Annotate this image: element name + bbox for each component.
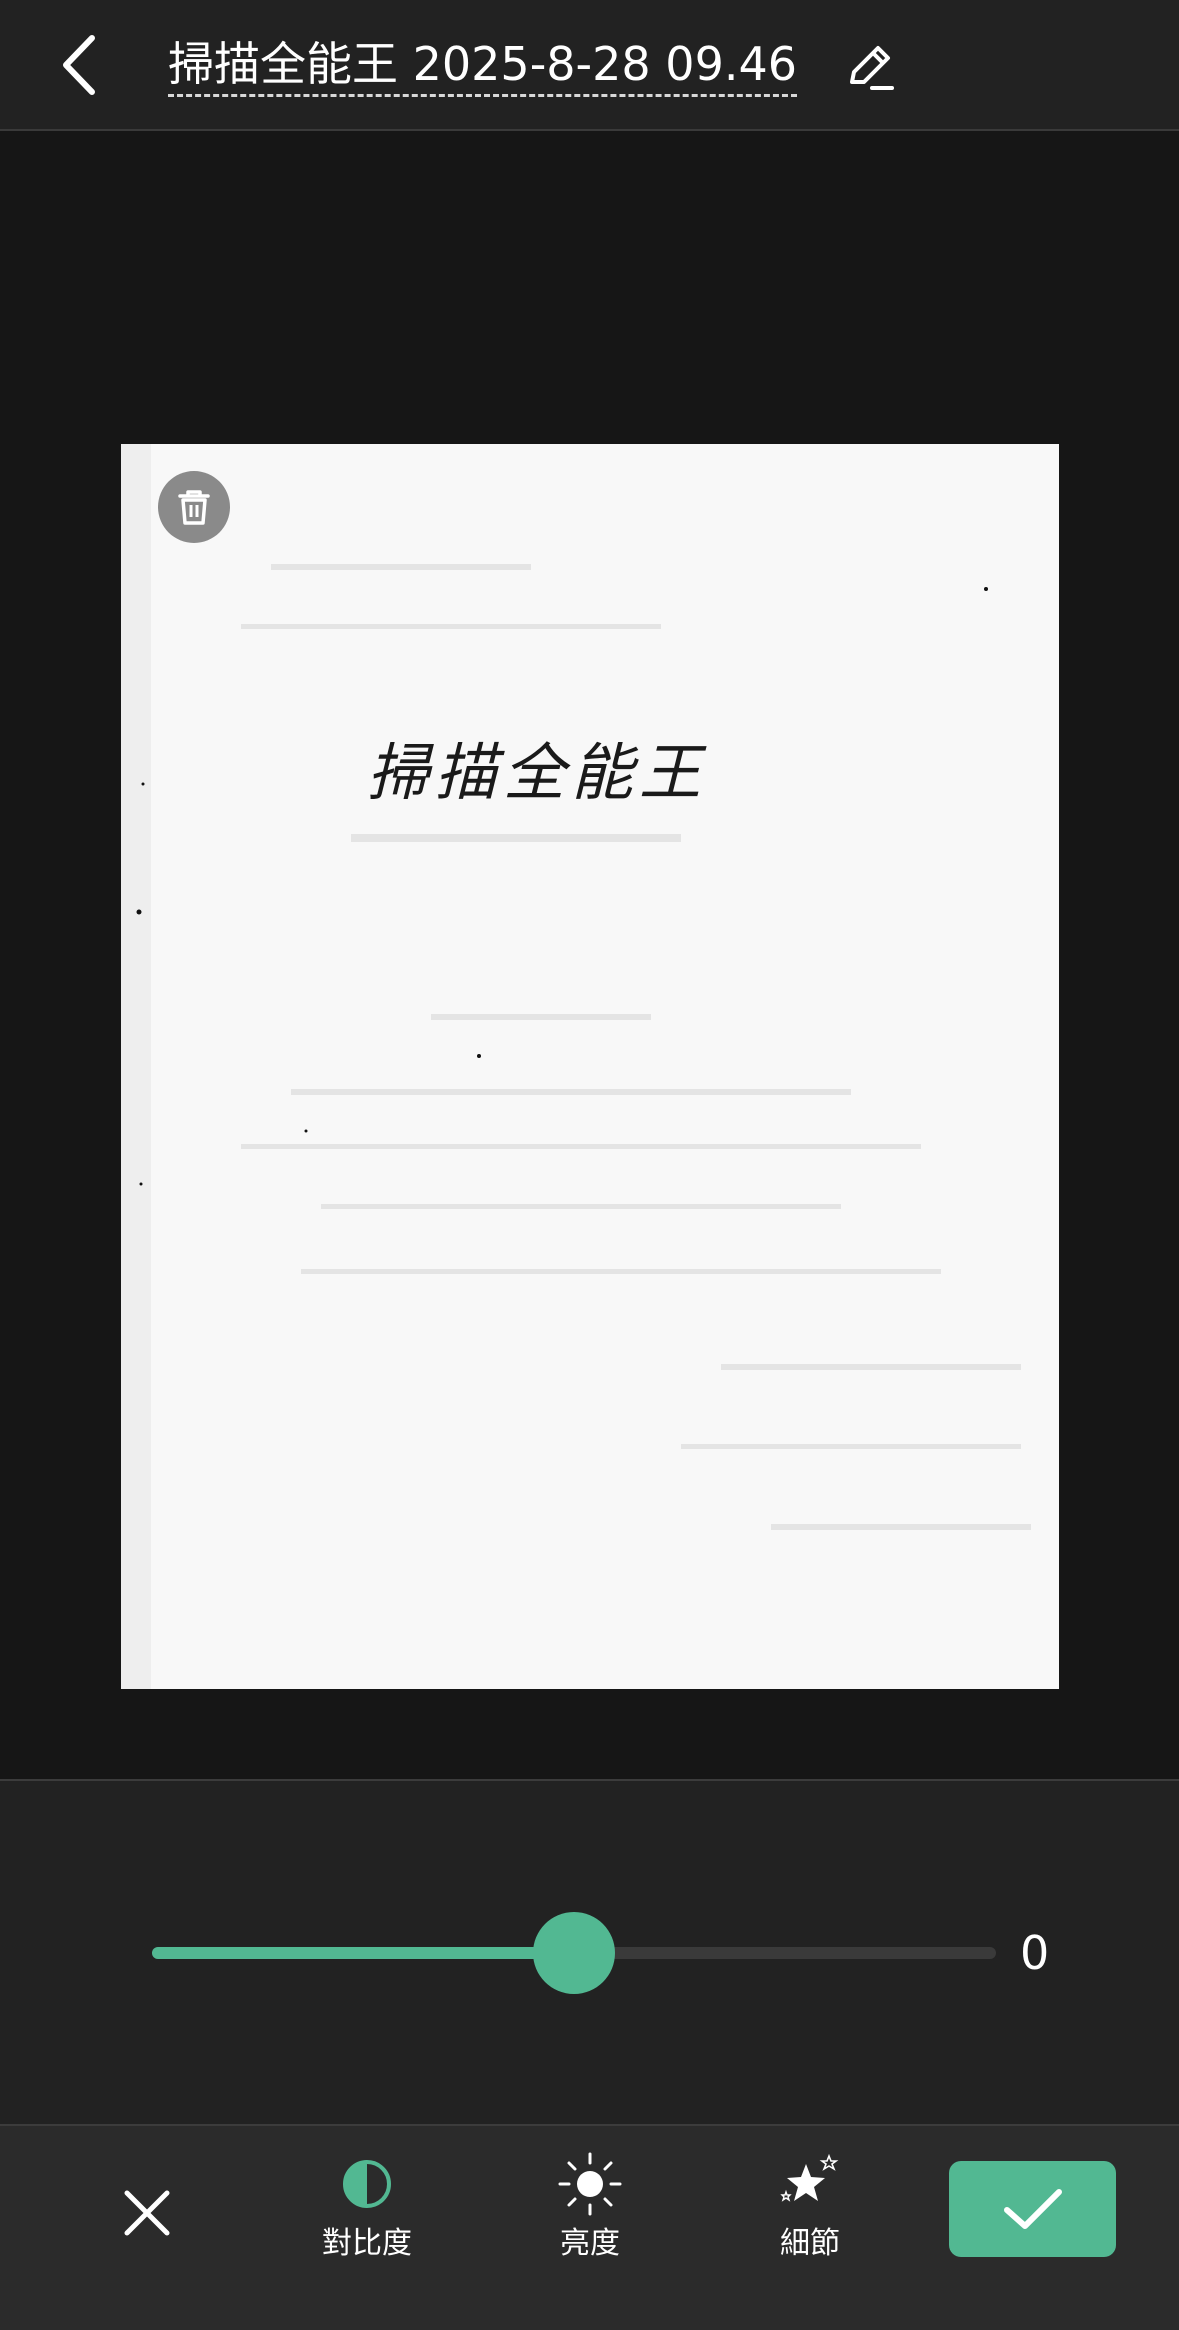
brightness-tool[interactable]: 亮度 [510,2148,670,2288]
contrast-icon [343,2160,391,2208]
top-bar: 掃描全能王 2025-8-28 09.46 [0,0,1179,131]
cancel-button[interactable] [115,2181,179,2245]
handwritten-text: 掃描全能王 [367,736,707,809]
paper-texture [121,444,1059,1689]
brightness-label: 亮度 [560,2226,620,2261]
adjustment-panel: 0 [0,1781,1179,2124]
adjust-slider[interactable] [152,1912,996,1994]
sparkle-star-icon [780,2153,839,2202]
close-icon [124,2190,170,2236]
image-canvas: 掃描全能王 [0,131,1179,1779]
svg-text:掃描全能王: 掃描全能王 [367,736,707,809]
slider-fill [152,1947,574,1959]
rename-button[interactable] [842,40,898,96]
bottom-toolbar: 對比度 亮度 細節 [0,2124,1179,2330]
chevron-left-icon [63,35,95,95]
checkmark-icon [1003,2189,1062,2229]
contrast-label: 對比度 [322,2226,412,2261]
confirm-button[interactable] [949,2161,1116,2257]
detail-tool[interactable]: 細節 [730,2148,890,2288]
document-title[interactable]: 掃描全能王 2025-8-28 09.46 [168,34,797,97]
detail-label: 細節 [780,2226,840,2261]
brightness-icon [558,2152,622,2216]
back-button[interactable] [52,30,114,100]
slider-value: 0 [1020,1926,1050,1980]
pencil-icon [850,46,894,90]
contrast-tool[interactable]: 對比度 [287,2148,447,2288]
trash-icon [178,490,210,525]
slider-thumb[interactable] [533,1912,615,1994]
delete-page-button[interactable] [158,471,230,543]
scanned-document: 掃描全能王 [121,444,1059,1689]
